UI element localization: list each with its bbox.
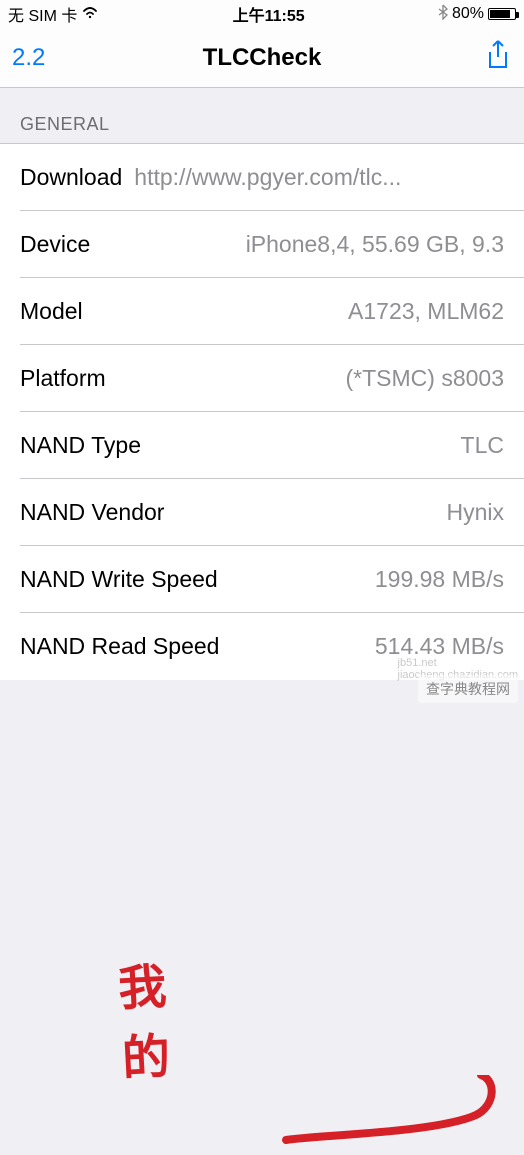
cell-label: NAND Write Speed <box>20 566 218 593</box>
nav-back[interactable]: 2.2 <box>12 44 45 72</box>
annotation-text: 我的 <box>116 947 171 1089</box>
carrier-text: 无 SIM 卡 <box>8 2 77 26</box>
row-nand-type: NAND Type TLC <box>0 412 524 479</box>
watermark: 查字典教程网 <box>418 675 518 703</box>
cell-value: http://www.pgyer.com/tlc... <box>134 164 401 191</box>
cell-label: NAND Vendor <box>20 499 164 526</box>
share-button[interactable] <box>484 39 512 76</box>
nav-bar: 2.2 TLCCheck <box>0 28 524 88</box>
row-device: Device iPhone8,4, 55.69 GB, 9.3 <box>0 211 524 278</box>
status-bar: 无 SIM 卡 上午11:55 80% <box>0 0 524 28</box>
status-right: 80% <box>438 4 516 25</box>
cell-label: NAND Read Speed <box>20 633 219 660</box>
general-group: Download http://www.pgyer.com/tlc... Dev… <box>0 143 524 680</box>
cell-value: 199.98 MB/s <box>363 566 504 593</box>
row-download[interactable]: Download http://www.pgyer.com/tlc... <box>0 144 524 211</box>
row-platform: Platform (*TSMC) s8003 <box>0 345 524 412</box>
annotation-bracket-icon <box>278 1075 498 1155</box>
section-header: GENERAL <box>0 88 524 143</box>
cell-value: A1723, MLM62 <box>336 298 504 325</box>
status-carrier: 无 SIM 卡 <box>8 2 99 26</box>
battery-icon <box>488 8 516 20</box>
row-model: Model A1723, MLM62 <box>0 278 524 345</box>
cell-label: Device <box>20 231 90 258</box>
bluetooth-icon <box>438 4 448 25</box>
cell-label: Model <box>20 298 83 325</box>
cell-label: Download <box>20 164 122 191</box>
cell-value: iPhone8,4, 55.69 GB, 9.3 <box>234 231 504 258</box>
battery-percent: 80% <box>452 5 484 23</box>
cell-value: 514.43 MB/s <box>363 633 504 660</box>
cell-value: TLC <box>449 432 504 459</box>
nav-title: TLCCheck <box>203 44 322 72</box>
status-time: 上午11:55 <box>233 2 305 26</box>
cell-value: (*TSMC) s8003 <box>334 365 504 392</box>
cell-value: Hynix <box>434 499 504 526</box>
row-nand-vendor: NAND Vendor Hynix <box>0 479 524 546</box>
share-icon <box>484 39 512 71</box>
cell-label: NAND Type <box>20 432 141 459</box>
wifi-icon <box>81 5 99 24</box>
cell-label: Platform <box>20 365 106 392</box>
row-nand-write-speed: NAND Write Speed 199.98 MB/s <box>0 546 524 613</box>
